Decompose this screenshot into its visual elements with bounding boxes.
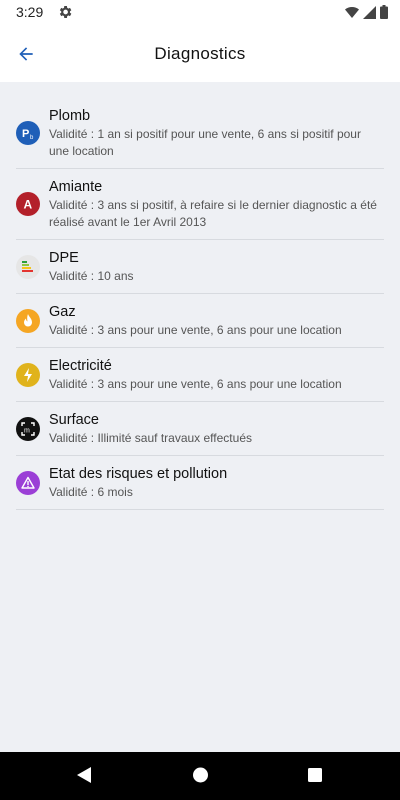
list-item-plomb[interactable]: Pb Plomb Validité : 1 an si positif pour… <box>16 98 384 169</box>
app-bar: Diagnostics <box>0 26 400 82</box>
lightning-icon <box>16 362 40 387</box>
item-title: Amiante <box>49 179 103 195</box>
item-validity: Validité : 3 ans pour une vente, 6 ans p… <box>49 377 342 391</box>
signal-icon <box>363 5 376 19</box>
item-validity: Validité : 6 mois <box>49 485 133 499</box>
page-title: Diagnostics <box>154 44 246 63</box>
svg-text:P: P <box>22 128 29 140</box>
item-validity: Validité : 3 ans si positif, à refaire s… <box>49 198 377 229</box>
item-title: Surface <box>49 412 99 428</box>
energy-label-icon <box>16 254 40 279</box>
list-item-gaz[interactable]: Gaz Validité : 3 ans pour une vente, 6 a… <box>16 294 384 348</box>
flame-icon <box>16 308 40 333</box>
item-title: DPE <box>49 250 79 266</box>
navigation-bar <box>0 752 400 800</box>
nav-recents-icon[interactable] <box>307 766 323 784</box>
area-measure-icon: m <box>16 416 40 441</box>
list-item-electricite[interactable]: Electricité Validité : 3 ans pour une ve… <box>16 348 384 402</box>
item-validity: Validité : 3 ans pour une vente, 6 ans p… <box>49 323 342 337</box>
item-validity: Validité : 10 ans <box>49 269 134 283</box>
diagnostics-list: Pb Plomb Validité : 1 an si positif pour… <box>16 98 384 510</box>
item-title: Etat des risques et pollution <box>49 466 228 482</box>
lead-icon: Pb <box>16 121 40 145</box>
item-validity: Validité : Illimité sauf travaux effectu… <box>49 431 252 445</box>
svg-text:A: A <box>24 198 33 212</box>
item-title: Electricité <box>49 358 112 374</box>
wifi-icon <box>345 6 359 18</box>
item-validity: Validité : 1 an si positif pour une vent… <box>49 127 361 158</box>
list-item-amiante[interactable]: A Amiante Validité : 3 ans si positif, à… <box>16 169 384 240</box>
item-title: Plomb <box>49 108 91 124</box>
status-bar: 3:29 <box>0 0 400 26</box>
item-title: Gaz <box>49 304 76 320</box>
svg-text:b: b <box>30 135 34 141</box>
asbestos-icon: A <box>16 192 40 216</box>
nav-home-icon[interactable] <box>192 766 209 784</box>
status-icons <box>345 5 388 19</box>
nav-back-icon[interactable] <box>76 766 92 784</box>
status-time: 3:29 <box>16 4 44 20</box>
gear-icon <box>59 6 72 18</box>
battery-icon <box>380 5 388 19</box>
list-item-etat-des-risques[interactable]: Etat des risques et pollution Validité :… <box>16 456 384 510</box>
list-item-surface[interactable]: m Surface Validité : Illimité sauf trava… <box>16 402 384 456</box>
svg-text:m: m <box>24 427 30 434</box>
warning-icon <box>16 470 40 495</box>
list-item-dpe[interactable]: DPE Validité : 10 ans <box>16 240 384 294</box>
